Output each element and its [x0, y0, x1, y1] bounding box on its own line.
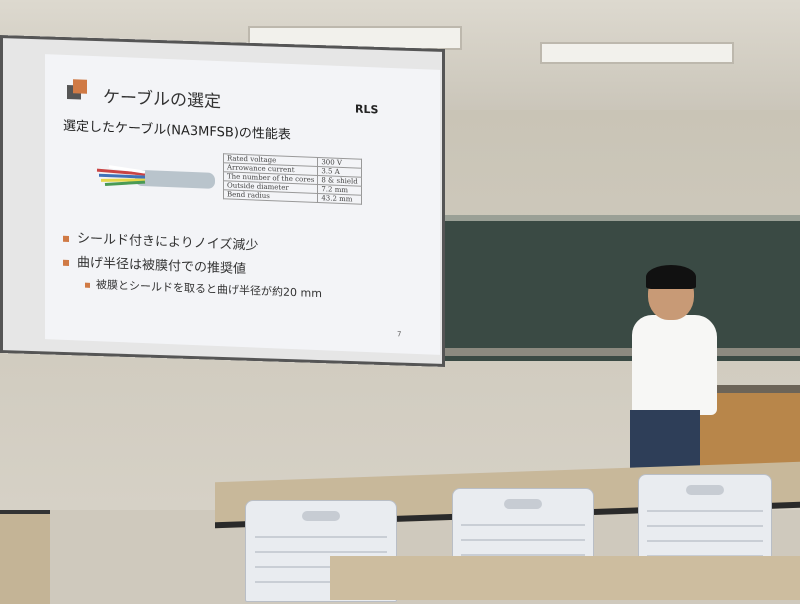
presenter-shirt	[632, 315, 717, 415]
bullet-item: 曲げ半径は被膜付での推奨値	[63, 251, 246, 277]
rls-logo: RLS	[355, 102, 379, 117]
sub-bullet-text: 被膜とシールドを取ると曲げ半径が約20 mm	[96, 278, 322, 301]
slide: ケーブルの選定 RLS 選定したケーブル(NA3MFSB)の性能表 Rated …	[45, 54, 440, 355]
spec-table: Rated voltage 300 V Arrowance current 3.5 …	[223, 153, 362, 205]
slide-subtitle: 選定したケーブル(NA3MFSB)の性能表	[63, 118, 291, 143]
chair	[638, 474, 772, 568]
chalkboard	[430, 215, 800, 361]
desk	[0, 510, 50, 604]
presenter-hair	[646, 265, 696, 289]
slide-page-number: 7	[397, 330, 402, 339]
spec-value: 43.2 mm	[317, 193, 362, 205]
title-square-icon	[67, 79, 87, 100]
bullet-text: 曲げ半径は被膜付での推奨値	[77, 255, 247, 278]
bullet-square-icon	[85, 282, 90, 288]
ceiling-light	[540, 42, 734, 64]
bullet-square-icon	[63, 235, 69, 242]
bullet-text: シールド付きによりノイズ減少	[77, 231, 259, 254]
sub-bullet-item: 被膜とシールドを取ると曲げ半径が約20 mm	[85, 276, 322, 302]
desk	[330, 556, 800, 600]
bullet-square-icon	[63, 259, 69, 266]
bullet-item: シールド付きによりノイズ減少	[63, 227, 258, 254]
slide-title: ケーブルの選定	[103, 87, 221, 113]
cable-photo	[95, 156, 215, 201]
